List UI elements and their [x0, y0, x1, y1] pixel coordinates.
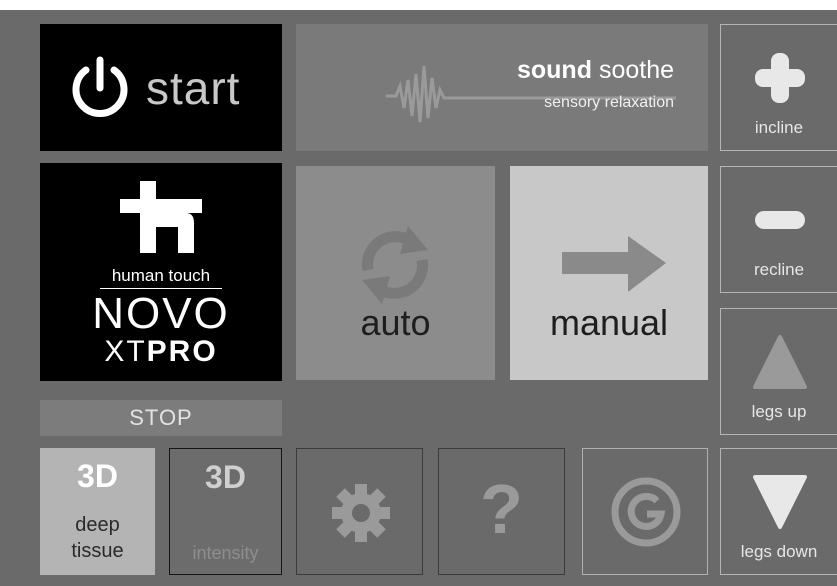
power-icon [72, 56, 128, 117]
sound-title-bold: sound [516, 56, 592, 84]
3d-deep-tissue-button[interactable]: 3D deep tissue [40, 448, 155, 575]
deep-label: deep [75, 514, 120, 536]
plus-icon [755, 53, 805, 103]
manual-mode-button[interactable]: manual [510, 166, 708, 380]
minus-icon [755, 211, 805, 229]
intensity-label: intensity [192, 543, 259, 563]
brand-logo-panel: human touch NOVO XTPRO [40, 163, 282, 381]
recline-button[interactable]: recline [720, 166, 837, 293]
sound-subtitle: sensory relaxation [544, 94, 674, 111]
model-variant: XTPRO [40, 335, 282, 369]
arrow-right-icon [562, 236, 666, 292]
gear-icon [332, 484, 390, 542]
question-mark-icon: ? [480, 470, 523, 548]
sound-title-light: soothe [598, 56, 674, 84]
g-circle-icon [611, 477, 681, 547]
stop-button[interactable]: STOP [40, 400, 282, 436]
brand-name: human touch [111, 266, 211, 285]
human-touch-logo-icon [120, 181, 202, 253]
incline-button[interactable]: incline [720, 24, 837, 151]
start-button[interactable]: start [40, 24, 282, 151]
top-strip [0, 0, 837, 10]
manual-label: manual [549, 302, 669, 343]
settings-button[interactable] [296, 448, 423, 575]
tissue-label: tissue [71, 540, 124, 562]
incline-label: incline [754, 118, 804, 137]
triangle-down-icon [753, 475, 807, 529]
sound-title: sound soothe [517, 56, 674, 85]
recline-label: recline [753, 260, 805, 279]
model-variant-prefix: XT [104, 335, 147, 368]
auto-label: auto [360, 302, 431, 343]
model-name: NOVO [92, 289, 230, 338]
legs-up-button[interactable]: legs up [720, 308, 837, 435]
model-variant-bold: PRO [146, 335, 218, 368]
g-button[interactable] [582, 448, 708, 575]
legs-up-label: legs up [751, 402, 807, 421]
3d-intensity-button[interactable]: 3D intensity [169, 448, 282, 575]
legs-down-button[interactable]: legs down [720, 448, 837, 575]
auto-mode-button[interactable]: auto [296, 166, 495, 380]
start-label: start [146, 61, 241, 114]
help-button[interactable]: ? [438, 448, 565, 575]
triangle-up-icon [753, 335, 807, 389]
sound-soothe-button[interactable]: sound soothe sensory relaxation [296, 24, 708, 151]
3d-badge: 3D [205, 459, 246, 495]
refresh-icon [362, 226, 428, 304]
legs-down-label: legs down [740, 542, 818, 561]
3d-badge: 3D [77, 458, 118, 494]
